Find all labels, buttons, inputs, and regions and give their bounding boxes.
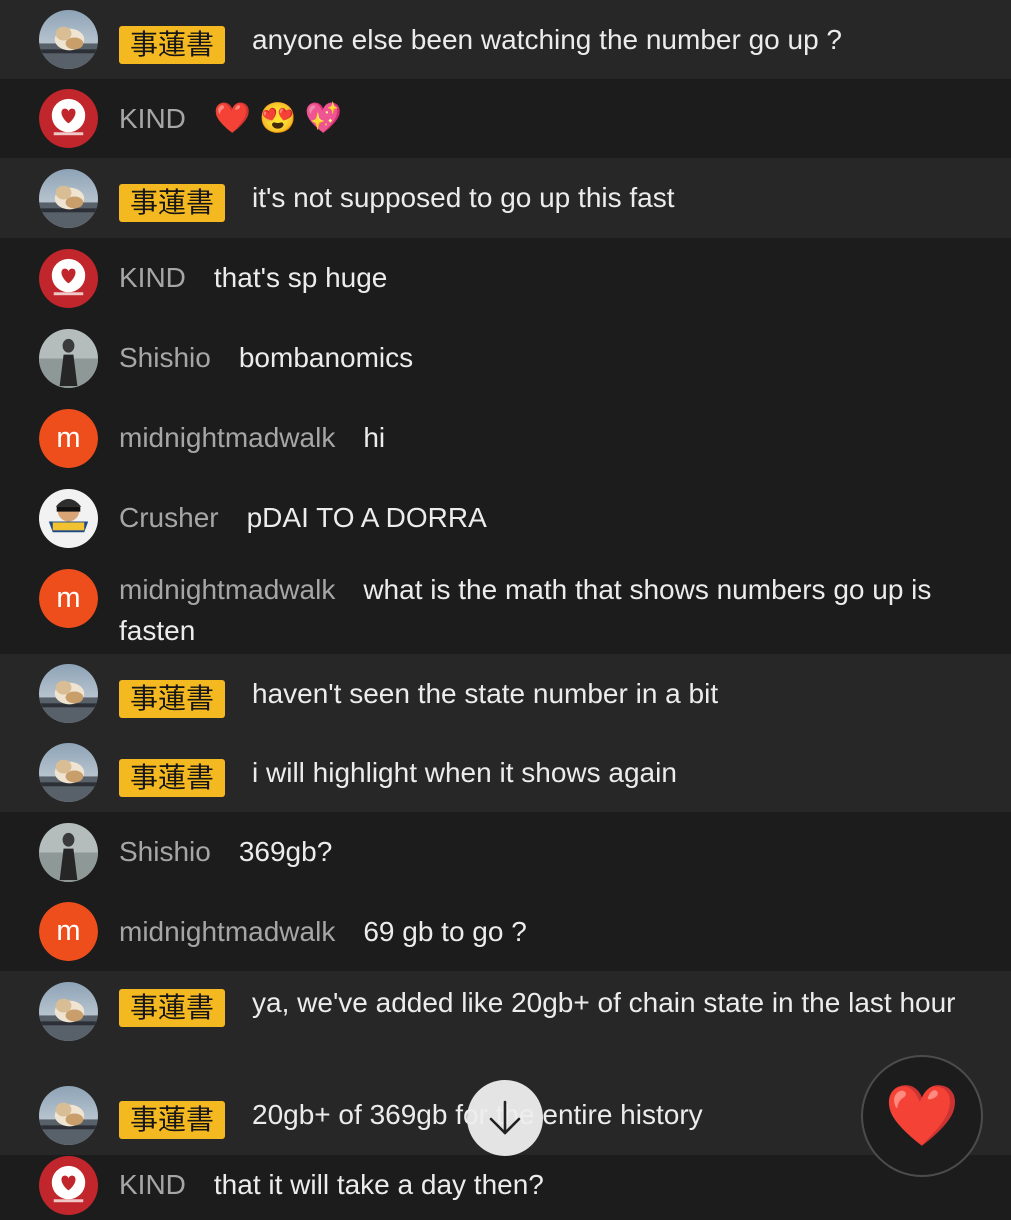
message-line: Shishio bombanomics bbox=[119, 318, 981, 398]
avatar[interactable] bbox=[39, 743, 98, 802]
avatar-letter: m bbox=[39, 409, 98, 468]
author-name[interactable]: Shishio bbox=[119, 836, 211, 867]
message-line: 事蓮書 anyone else been watching the number … bbox=[119, 0, 981, 79]
author-name[interactable]: KIND bbox=[119, 103, 186, 134]
author-name[interactable]: Shishio bbox=[119, 342, 211, 373]
message-line: 事蓮書20gb+ of 369gb for the entire history bbox=[119, 1075, 981, 1155]
avatar[interactable] bbox=[39, 329, 98, 388]
avatar-letter: m bbox=[39, 569, 98, 628]
author-name[interactable]: KIND bbox=[119, 262, 186, 293]
message-text: anyone else been watching the number go … bbox=[252, 24, 842, 55]
avatar[interactable] bbox=[39, 10, 98, 69]
avatar[interactable] bbox=[39, 982, 98, 1041]
emoji: 💖 bbox=[304, 102, 342, 135]
author-name[interactable]: midnightmadwalk bbox=[119, 422, 335, 453]
chat-message: KIND that's sp huge bbox=[0, 238, 1011, 318]
avatar-image bbox=[39, 169, 98, 228]
author-name[interactable]: midnightmadwalk bbox=[119, 916, 335, 947]
chat-message: KIND ❤️ 😍 💖 bbox=[0, 79, 1011, 158]
author-badge[interactable]: 事蓮書 bbox=[119, 988, 226, 1027]
message-line: Crusher pDAI TO A DORRA bbox=[119, 478, 981, 558]
avatar[interactable]: m bbox=[39, 409, 98, 468]
chat-message: 事蓮書 anyone else been watching the number … bbox=[0, 0, 1011, 79]
chat-message: m midnightmadwalk 69 gb to go ? bbox=[0, 892, 1011, 971]
message-text: hi bbox=[363, 422, 386, 453]
chat-message: m midnightmadwalk what is the math that sh… bbox=[0, 558, 1011, 654]
message-line: 事蓮書 ya, we've added like 20gb+ of chain s… bbox=[119, 985, 981, 1027]
message-text: it's not supposed to go up this fast bbox=[252, 182, 675, 213]
message-line: 事蓮書 it's not supposed to go up this fast bbox=[119, 158, 981, 238]
message-text: that's sp huge bbox=[213, 262, 388, 293]
message-text: bombanomics bbox=[238, 342, 414, 373]
heart-icon: ❤️ bbox=[884, 1082, 960, 1149]
avatar[interactable]: m bbox=[39, 902, 98, 961]
reaction-button[interactable]: ❤️ bbox=[861, 1055, 983, 1177]
avatar-image bbox=[39, 489, 98, 548]
avatar-image bbox=[39, 1156, 98, 1215]
scroll-to-bottom-button[interactable] bbox=[467, 1080, 543, 1156]
author-badge[interactable]: 事蓮書 bbox=[119, 25, 226, 64]
message-line: 事蓮書 i will highlight when it shows again bbox=[119, 733, 981, 812]
avatar-image bbox=[39, 664, 98, 723]
message-text: i will highlight when it shows again bbox=[252, 757, 677, 788]
message-line: Shishio 369gb? bbox=[119, 812, 981, 892]
message-line: KIND ❤️ 😍 💖 bbox=[119, 79, 981, 158]
message-line: midnightmadwalk what is the math that sho… bbox=[119, 572, 981, 654]
author-badge[interactable]: 事蓮書 bbox=[119, 758, 226, 797]
avatar-image bbox=[39, 329, 98, 388]
chat-message: 事蓮書 ya, we've added like 20gb+ of chain s… bbox=[0, 971, 1011, 1075]
avatar[interactable] bbox=[39, 89, 98, 148]
emoji: ❤️ bbox=[213, 102, 252, 135]
chat-message: Shishio bombanomics bbox=[0, 318, 1011, 398]
chat-message: Crusher pDAI TO A DORRA bbox=[0, 478, 1011, 558]
message-line: 事蓮書 haven't seen the state number in a bi… bbox=[119, 654, 981, 733]
chat-message: m midnightmadwalk hi bbox=[0, 398, 1011, 478]
message-text: 69 gb to go ? bbox=[363, 916, 527, 947]
chat-message: 事蓮書 it's not supposed to go up this fast bbox=[0, 158, 1011, 238]
chat-message: 事蓮書 haven't seen the state number in a bi… bbox=[0, 654, 1011, 733]
message-line: midnightmadwalk hi bbox=[119, 398, 981, 478]
message-text: 369gb? bbox=[238, 836, 333, 867]
avatar[interactable] bbox=[39, 1086, 98, 1145]
author-badge[interactable]: 事蓮書 bbox=[119, 183, 226, 222]
avatar-image bbox=[39, 1086, 98, 1145]
avatar[interactable] bbox=[39, 489, 98, 548]
message-text: that it will take a day then? bbox=[213, 1169, 544, 1200]
avatar[interactable] bbox=[39, 169, 98, 228]
author-badge[interactable]: 事蓮書 bbox=[119, 1100, 226, 1139]
message-line: KIND that it will take a day then? bbox=[119, 1155, 981, 1215]
author-name[interactable]: KIND bbox=[119, 1169, 186, 1200]
author-name[interactable]: Crusher bbox=[119, 502, 219, 533]
avatar-image bbox=[39, 89, 98, 148]
message-text: pDAI TO A DORRA bbox=[246, 502, 487, 533]
avatar-image bbox=[39, 249, 98, 308]
avatar-image bbox=[39, 743, 98, 802]
avatar[interactable] bbox=[39, 823, 98, 882]
arrow-down-icon bbox=[489, 1100, 521, 1135]
message-line: midnightmadwalk 69 gb to go ? bbox=[119, 892, 981, 971]
avatar[interactable] bbox=[39, 249, 98, 308]
avatar-image bbox=[39, 823, 98, 882]
avatar[interactable]: m bbox=[39, 569, 98, 628]
emoji: 😍 bbox=[259, 102, 297, 135]
chat-message: 事蓮書 i will highlight when it shows again bbox=[0, 733, 1011, 812]
chat-message: KIND that it will take a day then? bbox=[0, 1155, 1011, 1215]
avatar-image bbox=[39, 982, 98, 1041]
author-name[interactable]: midnightmadwalk bbox=[119, 574, 335, 605]
avatar[interactable] bbox=[39, 664, 98, 723]
chat-message: Shishio 369gb? bbox=[0, 812, 1011, 892]
message-text: haven't seen the state number in a bit bbox=[252, 678, 719, 709]
avatar[interactable] bbox=[39, 1156, 98, 1215]
message-text: ya, we've added like 20gb+ of chain stat… bbox=[252, 987, 956, 1018]
avatar-letter: m bbox=[39, 902, 98, 961]
author-badge[interactable]: 事蓮書 bbox=[119, 679, 226, 718]
message-line: KIND that's sp huge bbox=[119, 238, 981, 318]
avatar-image bbox=[39, 10, 98, 69]
